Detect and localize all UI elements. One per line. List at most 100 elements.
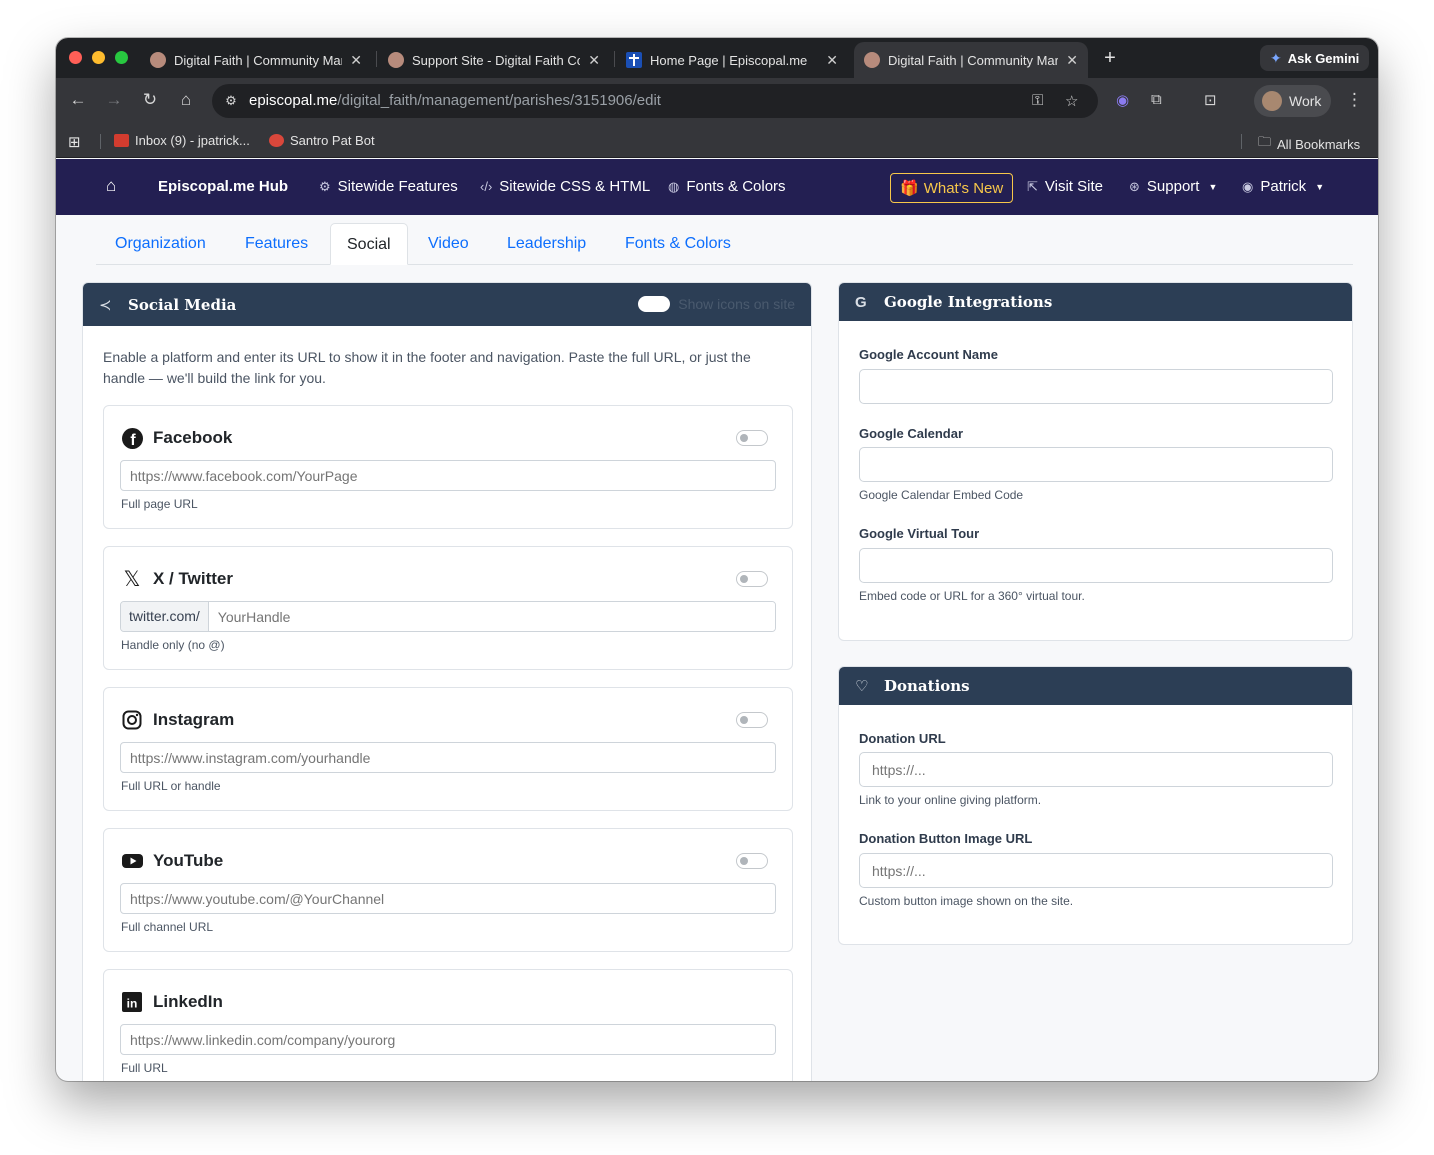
visit-site-link[interactable]: ⇱ Visit Site	[1027, 178, 1103, 195]
url-host: episcopal.me	[249, 92, 338, 109]
bookmarks-bar: ⊞ Inbox (9) - jpatrick... Santro Pat Bot…	[56, 124, 1378, 158]
all-bookmarks-button[interactable]: 🗀 All Bookmarks	[1258, 133, 1360, 155]
platform-title: f Facebook	[121, 427, 232, 449]
platform-name: YouTube	[153, 851, 224, 870]
bookmark-label: Inbox (9) - jpatrick...	[135, 133, 250, 148]
reload-icon[interactable]: ↻	[140, 90, 160, 110]
password-key-icon[interactable]: ⚿	[1032, 92, 1043, 109]
bookmark-star-icon[interactable]: ☆	[1065, 92, 1078, 110]
close-window-button[interactable]	[69, 51, 82, 64]
apps-grid-icon[interactable]: ⊞	[68, 133, 81, 151]
palette-icon: ◍	[668, 178, 680, 194]
tab-search-icon[interactable]: ⊡	[1204, 91, 1217, 109]
platform-title: 𝕏 X / Twitter	[121, 568, 233, 591]
close-tab-icon[interactable]: ✕	[350, 52, 362, 69]
browser-tab-title: Digital Faith | Community Mar	[174, 52, 343, 68]
donation-url-input[interactable]	[859, 752, 1333, 787]
facebook-enable-toggle[interactable]	[736, 430, 768, 446]
tab-organization[interactable]: Organization	[99, 223, 222, 265]
bookmark-inbox[interactable]: Inbox (9) - jpatrick...	[114, 133, 250, 148]
external-link-icon: ⇱	[1027, 178, 1038, 194]
facebook-url-input[interactable]	[120, 460, 776, 491]
browser-tab-title: Support Site - Digital Faith Cc	[412, 52, 581, 68]
bookmark-santro-pat-bot[interactable]: Santro Pat Bot	[269, 133, 375, 148]
profile-label: Work	[1289, 93, 1322, 109]
youtube-url-input[interactable]	[120, 883, 776, 914]
whats-new-button[interactable]: 🎁 What's New	[890, 173, 1014, 203]
new-tab-button[interactable]: +	[1098, 46, 1122, 70]
extensions-puzzle-icon[interactable]: ⧉	[1151, 91, 1162, 108]
close-tab-icon[interactable]: ✕	[588, 52, 600, 69]
svg-text:in: in	[127, 997, 138, 1011]
browser-tab-strip: Digital Faith | Community Mar ✕ Support …	[56, 38, 1378, 78]
close-tab-icon[interactable]: ✕	[1066, 52, 1078, 69]
instagram-enable-toggle[interactable]	[736, 712, 768, 728]
platform-name: LinkedIn	[153, 992, 223, 1011]
donations-card-header: ♡ Donations	[839, 667, 1352, 705]
linkedin-url-input[interactable]	[120, 1024, 776, 1055]
browser-tab-3[interactable]: Home Page | Episcopal.me ✕	[616, 42, 848, 78]
twitter-url-prefix: twitter.com/	[121, 602, 209, 631]
ask-gemini-button[interactable]: ✦ Ask Gemini	[1260, 45, 1370, 71]
nav-label: Fonts & Colors	[686, 178, 786, 195]
google-virtual-tour-label: Google Virtual Tour	[859, 526, 980, 541]
browser-tab-title: Home Page | Episcopal.me	[650, 52, 808, 68]
address-bar[interactable]: ⚙ episcopal.me/digital_faith/management/…	[212, 84, 1098, 118]
extension-signal-icon[interactable]: ◉	[1116, 91, 1129, 109]
back-arrow-icon[interactable]: ←	[68, 90, 88, 110]
google-account-input[interactable]	[859, 369, 1333, 404]
browser-window: Digital Faith | Community Mar ✕ Support …	[56, 38, 1378, 1081]
twitter-handle-input[interactable]	[208, 602, 775, 631]
tab-leadership[interactable]: Leadership	[491, 223, 602, 265]
whats-new-label: What's New	[923, 179, 1004, 197]
url-text: episcopal.me/digital_faith/management/pa…	[249, 92, 661, 109]
nav-fonts-colors[interactable]: ◍ Fonts & Colors	[668, 178, 786, 195]
platform-x-twitter: 𝕏 X / Twitter twitter.com/ Handle only (…	[103, 546, 793, 670]
google-integrations-card-header: G Google Integrations	[839, 283, 1352, 321]
facebook-help-text: Full page URL	[121, 497, 198, 511]
instagram-url-input[interactable]	[120, 742, 776, 773]
code-icon: ‹/›	[480, 179, 493, 194]
tab-video[interactable]: Video	[412, 223, 485, 265]
profile-button[interactable]: Work	[1254, 85, 1332, 117]
support-label: Support	[1146, 178, 1200, 195]
donation-button-image-help: Custom button image shown on the site.	[859, 894, 1074, 908]
platform-title: Instagram	[121, 709, 234, 731]
browser-menu-icon[interactable]: ⋮	[1346, 90, 1363, 110]
share-icon: ≺	[99, 295, 112, 314]
youtube-enable-toggle[interactable]	[736, 853, 768, 869]
browser-tab-4-active[interactable]: Digital Faith | Community Mar ✕	[854, 42, 1088, 78]
nav-sitewide-css-html[interactable]: ‹/› Sitewide CSS & HTML	[480, 178, 650, 195]
digital-faith-favicon-icon	[864, 52, 880, 68]
brand-link[interactable]: Episcopal.me Hub	[158, 178, 288, 195]
google-calendar-input[interactable]	[859, 447, 1333, 482]
site-settings-icon[interactable]: ⚙	[222, 92, 240, 110]
maximize-window-button[interactable]	[115, 51, 128, 64]
forward-arrow-icon[interactable]: →	[104, 90, 124, 110]
linkedin-icon: in	[121, 991, 143, 1013]
browser-toolbar: ← → ↻ ⌂ ⚙ episcopal.me/digital_faith/man…	[56, 78, 1378, 124]
home-icon[interactable]: ⌂	[106, 176, 116, 196]
google-virtual-tour-input[interactable]	[859, 548, 1333, 583]
user-label: Patrick	[1260, 178, 1307, 195]
nav-sitewide-features[interactable]: ⚙ Sitewide Features	[319, 178, 458, 195]
donation-button-image-input[interactable]	[859, 853, 1333, 888]
support-dropdown[interactable]: ⊛ Support ▼	[1129, 178, 1217, 195]
show-icons-toggle[interactable]	[638, 296, 671, 312]
close-tab-icon[interactable]: ✕	[826, 52, 838, 69]
minimize-window-button[interactable]	[92, 51, 105, 64]
visit-site-label: Visit Site	[1044, 178, 1103, 195]
digital-faith-favicon-icon	[150, 52, 166, 68]
tab-fonts-colors[interactable]: Fonts & Colors	[609, 223, 747, 265]
tab-social[interactable]: Social	[330, 223, 408, 265]
home-icon[interactable]: ⌂	[176, 90, 196, 110]
browser-tab-1[interactable]: Digital Faith | Community Mar ✕	[140, 42, 372, 78]
twitter-enable-toggle[interactable]	[736, 571, 768, 587]
social-media-card: ≺ Social Media Show icons on site Enable…	[82, 282, 812, 1081]
browser-tab-2[interactable]: Support Site - Digital Faith Cc ✕	[378, 42, 610, 78]
card-title: Social Media	[128, 295, 237, 314]
tab-features[interactable]: Features	[229, 223, 324, 265]
user-dropdown[interactable]: ◉ Patrick ▼	[1242, 178, 1324, 195]
bookmark-label: Santro Pat Bot	[290, 133, 375, 148]
gift-icon: 🎁	[900, 180, 919, 197]
